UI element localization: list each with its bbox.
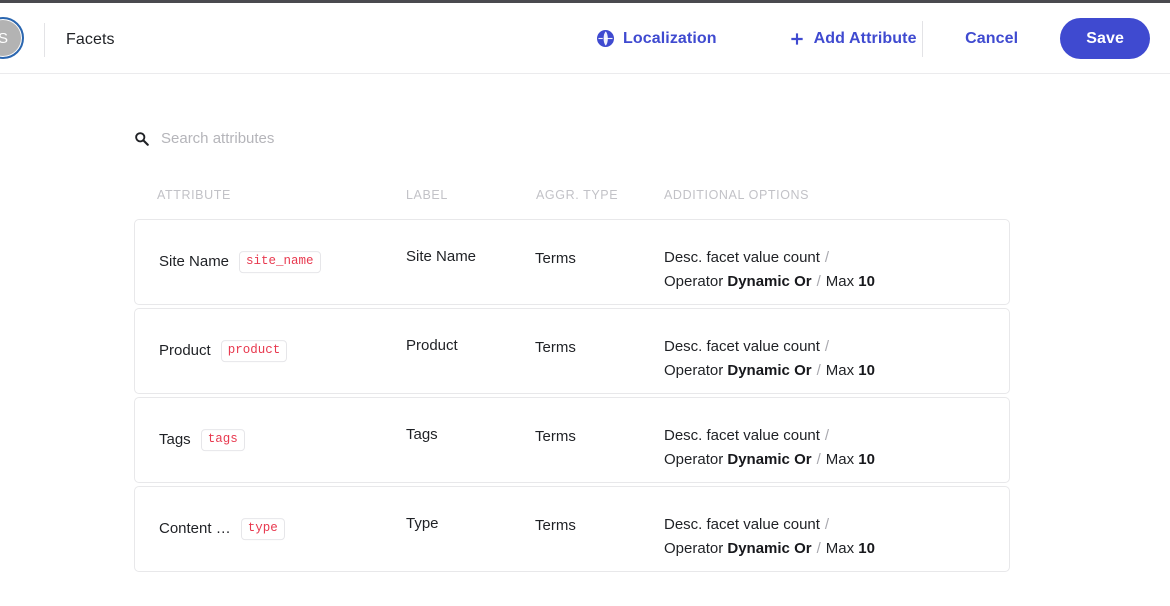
- table-row[interactable]: Site Name site_name Site Name Terms Desc…: [134, 219, 1010, 305]
- column-header-additional-options: ADDITIONAL OPTIONS: [664, 188, 810, 202]
- table-row[interactable]: Content … type Type Terms Desc. facet va…: [134, 486, 1010, 572]
- row-separator-1: /: [824, 427, 830, 444]
- row-aggr-type-cell: Terms: [535, 517, 576, 534]
- search-icon: [134, 131, 149, 146]
- row-attribute-name: Content …: [159, 520, 231, 538]
- row-attribute-name: Tags: [159, 431, 191, 449]
- row-separator-1: /: [824, 249, 830, 266]
- row-sort-order: Desc. facet value count: [664, 338, 820, 355]
- row-additional-options-cell: Desc. facet value count / Operator Dynami…: [664, 335, 994, 382]
- row-max-label: Max: [825, 539, 855, 557]
- row-attribute-cell: Tags tags: [159, 429, 245, 451]
- row-aggr-type-cell: Terms: [535, 250, 576, 267]
- add-attribute-label: Add Attribute: [813, 29, 917, 47]
- row-label-cell: Product: [406, 337, 458, 354]
- header-right-group: Cancel Save: [922, 3, 1150, 74]
- row-attribute-name: Site Name: [159, 253, 230, 271]
- row-sort-order: Desc. facet value count: [664, 249, 820, 266]
- row-attribute-cell: Site Name site_name: [159, 251, 321, 273]
- row-attribute-code-badge: type: [240, 518, 285, 540]
- row-operator-label: Operator: [664, 539, 724, 557]
- row-operator-label: Operator: [664, 361, 724, 379]
- row-separator-1: /: [824, 516, 830, 533]
- row-max-label: Max: [825, 272, 855, 290]
- row-separator-2: /: [816, 539, 821, 557]
- cancel-button[interactable]: Cancel: [959, 22, 1024, 56]
- row-max-label: Max: [825, 450, 855, 468]
- column-header-label: LABEL: [406, 188, 448, 202]
- row-separator-2: /: [816, 361, 821, 379]
- row-additional-options-cell: Desc. facet value count / Operator Dynami…: [664, 513, 994, 560]
- row-additional-options-cell: Desc. facet value count / Operator Dynami…: [664, 246, 994, 293]
- row-attribute-cell: Content … type: [159, 518, 285, 540]
- column-header-aggr-type: AGGR. TYPE: [536, 188, 619, 202]
- row-attribute-code-badge: tags: [200, 429, 245, 451]
- row-operator-value: Dynamic Or: [727, 361, 812, 379]
- row-operator-label: Operator: [664, 450, 724, 468]
- row-sort-order: Desc. facet value count: [664, 427, 820, 444]
- table-row[interactable]: Product product Product Terms Desc. face…: [134, 308, 1010, 394]
- row-aggr-type-cell: Terms: [535, 428, 576, 445]
- row-attribute-code-badge: product: [220, 340, 288, 362]
- row-separator-2: /: [816, 450, 821, 468]
- header-action-group: Localization Add Attribute: [597, 3, 917, 74]
- row-operator-value: Dynamic Or: [727, 272, 812, 290]
- row-max-value: 10: [858, 450, 875, 468]
- row-max-label: Max: [825, 361, 855, 379]
- row-attribute-cell: Product product: [159, 340, 288, 362]
- row-operator-value: Dynamic Or: [727, 539, 812, 557]
- localization-button[interactable]: Localization: [597, 30, 717, 48]
- row-label-cell: Type: [406, 515, 439, 532]
- app-header: S Facets Localization: [0, 3, 1170, 74]
- row-operator-label: Operator: [664, 272, 724, 290]
- globe-icon: [597, 30, 614, 47]
- facet-rows-list: Site Name site_name Site Name Terms Desc…: [134, 219, 1010, 575]
- page-title: Facets: [66, 31, 115, 48]
- row-attribute-name: Product: [159, 342, 211, 360]
- row-max-value: 10: [858, 272, 875, 290]
- row-max-value: 10: [858, 361, 875, 379]
- row-operator-value: Dynamic Or: [727, 450, 812, 468]
- row-separator-1: /: [824, 338, 830, 355]
- row-label-cell: Site Name: [406, 248, 477, 265]
- row-aggr-type-cell: Terms: [535, 339, 576, 356]
- row-max-value: 10: [858, 539, 875, 557]
- header-right-divider: [922, 20, 924, 57]
- search-bar[interactable]: [134, 130, 534, 147]
- search-input[interactable]: [161, 130, 501, 147]
- row-sort-order: Desc. facet value count: [664, 516, 820, 533]
- plus-icon: [789, 31, 805, 47]
- save-button[interactable]: Save: [1060, 18, 1150, 59]
- row-separator-2: /: [816, 272, 821, 290]
- row-additional-options-cell: Desc. facet value count / Operator Dynami…: [664, 424, 994, 471]
- table-row[interactable]: Tags tags Tags Terms Desc. facet value c…: [134, 397, 1010, 483]
- avatar[interactable]: S: [0, 17, 24, 59]
- table-column-headers: ATTRIBUTE LABEL AGGR. TYPE ADDITIONAL OP…: [134, 188, 1010, 206]
- header-left-divider: [44, 23, 45, 57]
- avatar-label: S: [0, 30, 8, 47]
- column-header-attribute: ATTRIBUTE: [157, 188, 231, 202]
- add-attribute-button[interactable]: Add Attribute: [789, 30, 917, 48]
- avatar-circle[interactable]: S: [0, 17, 24, 59]
- localization-label: Localization: [623, 29, 717, 47]
- row-label-cell: Tags: [406, 426, 438, 443]
- row-attribute-code-badge: site_name: [239, 251, 321, 273]
